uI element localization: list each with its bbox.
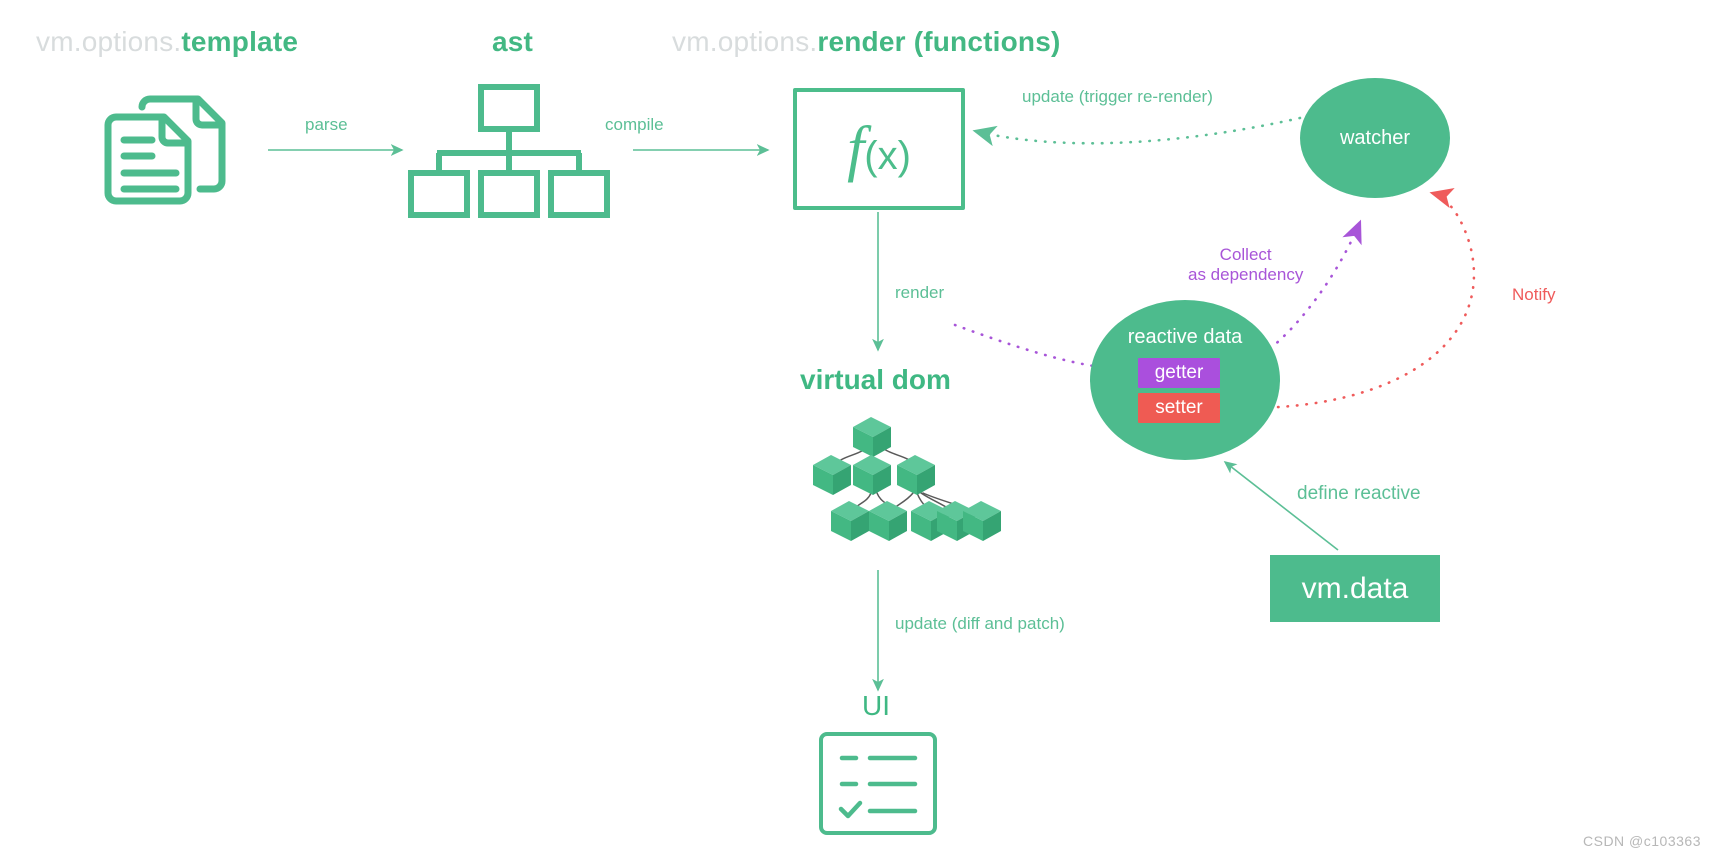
- edge-label-render: render: [895, 283, 945, 302]
- render-function-f: f: [847, 115, 865, 183]
- header-template: vm.options.template: [36, 26, 298, 58]
- setter-box: setter: [1138, 393, 1220, 423]
- edge-label-update-diff-patch: update (diff and patch): [895, 614, 1065, 633]
- render-function-x: (x): [864, 134, 911, 178]
- header-render-prefix: vm.options.: [672, 26, 818, 57]
- getter-box: getter: [1138, 358, 1220, 388]
- cube-l2-c: [897, 455, 935, 495]
- documents-icon: [100, 85, 250, 210]
- header-render-accent: render (functions): [817, 26, 1061, 57]
- ast-tree-icon: [408, 84, 610, 218]
- cube-l2-b: [853, 455, 891, 495]
- edge-update-rerender-arrow: [972, 116, 1302, 147]
- watermark: CSDN @c103363: [1583, 833, 1701, 849]
- header-template-prefix: vm.options.: [36, 26, 182, 57]
- cube-l3-e: [963, 501, 1001, 541]
- watcher-node: watcher: [1300, 78, 1450, 198]
- edge-label-define-reactive: define reactive: [1297, 483, 1421, 504]
- edge-label-update-rerender: update (trigger re-render): [1022, 87, 1213, 106]
- virtual-dom-title: virtual dom: [800, 364, 951, 395]
- vm-data-label: vm.data: [1301, 571, 1409, 605]
- cube-l3-a: [831, 501, 869, 541]
- header-ast: ast: [492, 26, 533, 58]
- cube-tree-icon: [785, 405, 1015, 545]
- header-render: vm.options.render (functions): [672, 26, 1061, 58]
- cube-l3-b: [869, 501, 907, 541]
- edge-label-notify: Notify: [1512, 285, 1556, 304]
- checklist-icon: [818, 731, 938, 836]
- collect-line-2: as dependency: [1188, 265, 1304, 284]
- diagram-canvas: vm.options.template ast vm.options.rende…: [0, 0, 1717, 859]
- render-function-box: f(x): [793, 88, 965, 210]
- edge-label-parse: parse: [305, 115, 348, 134]
- header-template-accent: template: [181, 26, 299, 57]
- ui-title: UI: [862, 690, 890, 721]
- reactive-data-label: reactive data: [1127, 326, 1243, 348]
- header-ast-accent: ast: [492, 26, 534, 57]
- edge-define-reactive-arrow: [1223, 461, 1339, 551]
- collect-line-1: Collect: [1219, 245, 1272, 264]
- cube-root: [853, 417, 891, 457]
- cube-l2-a: [813, 455, 851, 495]
- vm-data-box: vm.data: [1270, 555, 1440, 622]
- render-function-label: f(x): [847, 118, 911, 180]
- reactive-data-node: reactive data getter setter: [1090, 300, 1280, 460]
- edge-label-collect-dependency: Collect as dependency: [1188, 245, 1303, 285]
- edge-label-compile: compile: [605, 115, 664, 134]
- watcher-label: watcher: [1339, 126, 1411, 149]
